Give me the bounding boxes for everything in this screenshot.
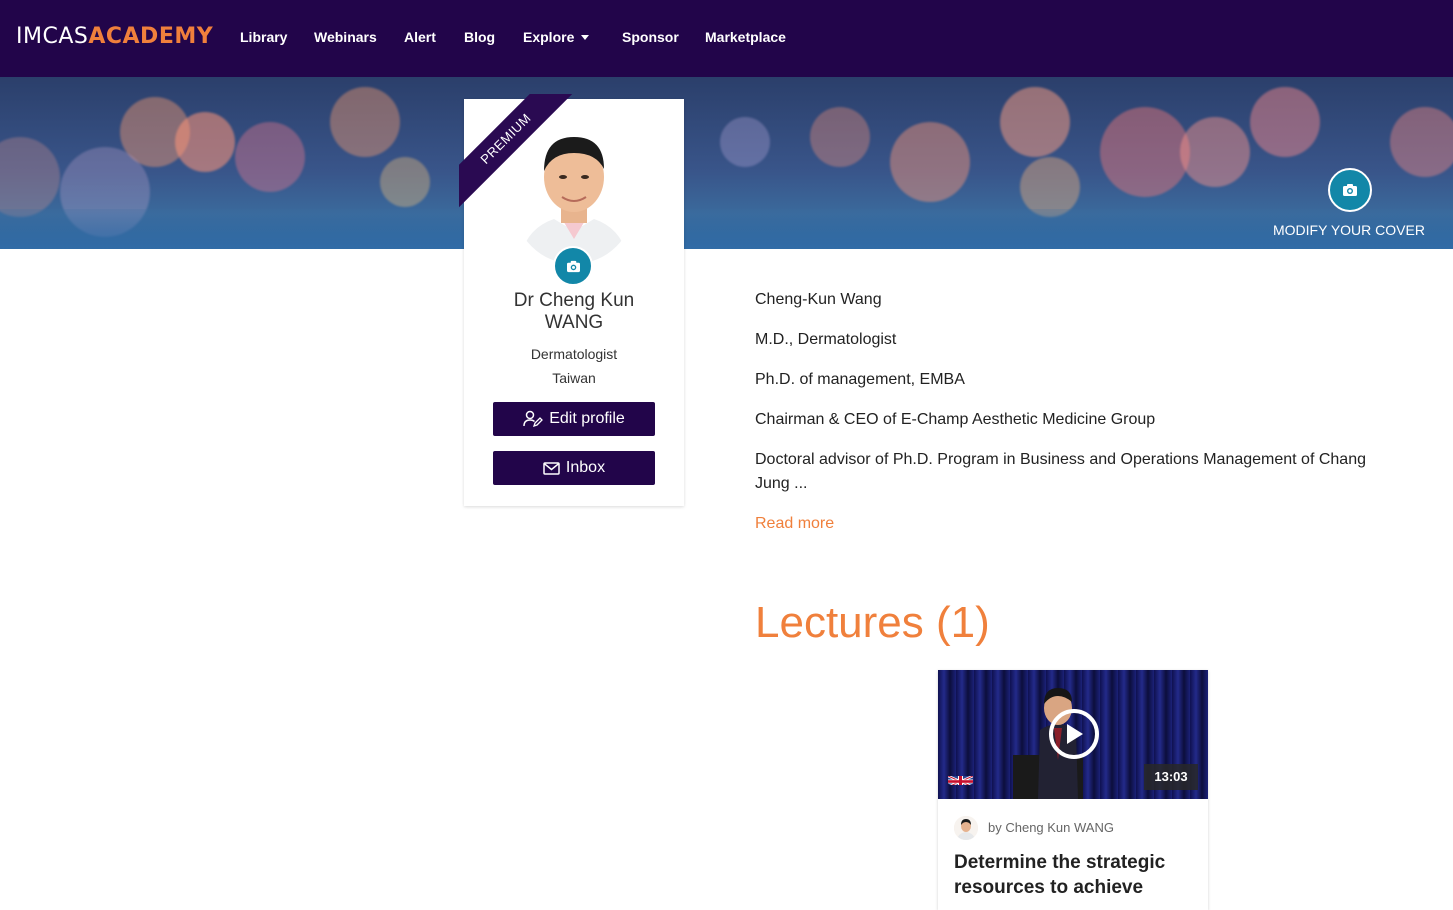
video-duration: 13:03 — [1144, 764, 1198, 790]
modify-cover-link[interactable]: MODIFY YOUR COVER — [1273, 221, 1425, 239]
cover-bokeh — [1020, 157, 1080, 217]
lecture-title-line2: resources to achieve — [954, 877, 1144, 898]
cover-bokeh — [1100, 107, 1190, 197]
cover-bokeh — [0, 137, 60, 217]
chevron-down-icon — [581, 35, 590, 40]
inbox-label: Inbox — [565, 459, 606, 476]
lecture-title[interactable]: Determine the strategic resources to ach… — [954, 850, 1194, 900]
bio-line: Cheng-Kun Wang — [755, 291, 882, 308]
edit-profile-label: Edit profile — [549, 410, 625, 427]
profile-name: Dr Cheng Kun WANG — [464, 290, 684, 334]
nav-item-marketplace[interactable]: Marketplace — [705, 28, 786, 46]
avatar-camera-button[interactable] — [553, 246, 593, 286]
cover-bokeh — [330, 87, 400, 157]
cover-bokeh — [1000, 87, 1070, 157]
profile-card: PREMIUM Dr Cheng Kun WANG Dermatologist … — [459, 94, 684, 506]
bio-line: Doctoral advisor of Ph.D. Program in Bus… — [755, 451, 1366, 468]
bio-line: M.D., Dermatologist — [755, 331, 897, 348]
nav-item-library[interactable]: Library — [240, 28, 287, 46]
bio-line: Jung ... — [755, 475, 808, 492]
user-edit-icon — [523, 410, 544, 428]
lecture-thumbnail[interactable]: 13:03 — [938, 670, 1208, 799]
cover-bokeh — [810, 107, 870, 167]
lecture-author: by Cheng Kun WANG — [988, 820, 1114, 835]
play-icon — [1067, 724, 1083, 744]
lecture-author-row: by Cheng Kun WANG — [954, 816, 1114, 840]
nav-item-explore-label: Explore — [523, 29, 575, 45]
bio-line: Ph.D. of management, EMBA — [755, 371, 965, 388]
cover-bokeh — [175, 112, 235, 172]
uk-flag-icon — [948, 774, 973, 785]
cover-bokeh — [235, 122, 305, 192]
camera-icon — [566, 260, 580, 272]
inbox-button[interactable]: Inbox — [493, 451, 655, 485]
nav-item-sponsor[interactable]: Sponsor — [622, 28, 679, 46]
envelope-icon — [543, 461, 560, 475]
cover-bokeh — [380, 157, 430, 207]
premium-ribbon: PREMIUM — [459, 94, 579, 214]
cover-bokeh — [1250, 87, 1320, 157]
premium-badge: PREMIUM — [459, 94, 577, 210]
top-navbar: IMCASACADEMY Library Webinars Alert Blog… — [0, 0, 1453, 77]
cover-camera-button[interactable] — [1328, 168, 1372, 212]
imcas-academy-logo[interactable]: IMCASACADEMY — [16, 25, 213, 49]
bio-line: Chairman & CEO of E-Champ Aesthetic Medi… — [755, 411, 1156, 428]
cover-bokeh — [720, 117, 770, 167]
profile-cover: MODIFY YOUR COVER — [0, 77, 1453, 249]
profile-name-line1: Dr Cheng Kun — [513, 290, 635, 311]
profile-name-line2: WANG — [544, 312, 604, 333]
play-button[interactable] — [1049, 709, 1099, 759]
lectures-heading: Lectures (1) — [755, 598, 990, 647]
lecture-card[interactable]: 13:03 by Cheng Kun WANG Determine the st… — [938, 670, 1208, 910]
cover-bokeh — [890, 122, 970, 202]
nav-item-alert[interactable]: Alert — [404, 28, 436, 46]
nav-item-webinars[interactable]: Webinars — [314, 28, 377, 46]
read-more-link[interactable]: Read more — [755, 512, 834, 536]
lecture-title-line1: Determine the strategic — [954, 852, 1166, 873]
edit-profile-button[interactable]: Edit profile — [493, 402, 655, 436]
nav-item-blog[interactable]: Blog — [464, 28, 495, 46]
author-avatar — [954, 816, 978, 840]
profile-country: Taiwan — [552, 370, 596, 386]
nav-item-explore[interactable]: Explore — [523, 28, 590, 46]
logo-text-academy: ACADEMY — [88, 24, 214, 49]
cover-bokeh — [1390, 107, 1453, 177]
cover-water-drops — [0, 209, 1453, 249]
logo-text-imcas: IMCAS — [16, 24, 89, 49]
cover-bokeh — [1180, 117, 1250, 187]
profile-specialty: Dermatologist — [530, 346, 618, 362]
camera-icon — [1343, 184, 1357, 196]
